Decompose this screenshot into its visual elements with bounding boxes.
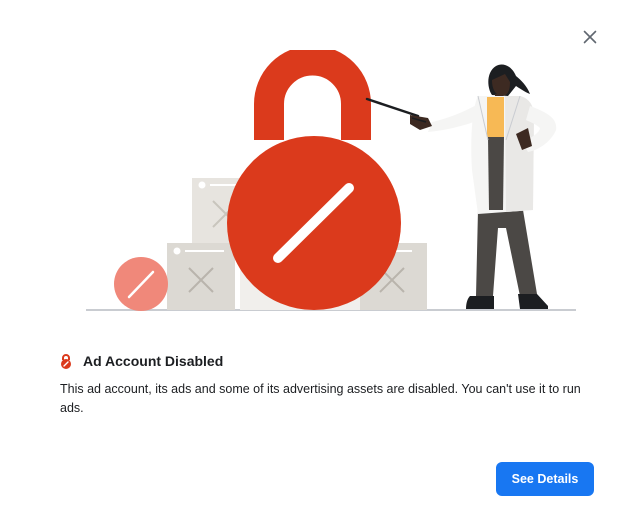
small-disabled-circle [114,257,168,311]
dialog-title: Ad Account Disabled [83,353,224,369]
left-box [167,243,235,310]
close-button[interactable] [578,25,602,49]
close-icon [583,30,597,44]
big-padlock [227,50,401,310]
presenter-figure [410,64,557,309]
dialog-description: This ad account, its ads and some of its… [60,382,581,415]
ad-account-disabled-dialog: Ad Account Disabled This ad account, its… [0,0,625,525]
see-details-button[interactable]: See Details [496,462,594,496]
ad-account-disabled-illustration [86,50,576,311]
lock-disabled-icon [60,353,74,369]
title-row: Ad Account Disabled [60,352,223,370]
